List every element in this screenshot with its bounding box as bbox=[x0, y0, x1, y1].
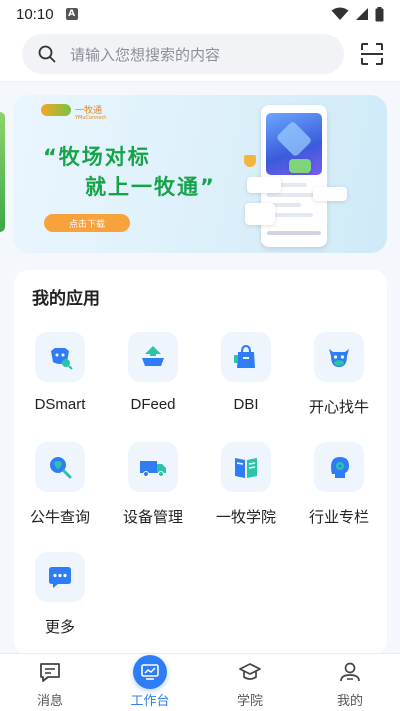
more-dots-icon bbox=[35, 552, 85, 602]
tab-label: 消息 bbox=[36, 694, 63, 709]
app-academy[interactable]: 一牧学院 bbox=[201, 442, 291, 542]
tab-label: 我的 bbox=[336, 694, 363, 709]
app-device-management[interactable]: 设备管理 bbox=[108, 442, 198, 542]
scan-icon[interactable] bbox=[360, 42, 384, 66]
app-label: 更多 bbox=[44, 619, 75, 636]
status-bar: 10:10 A bbox=[0, 0, 400, 28]
search-placeholder: 请输入您想搜索的内容 bbox=[70, 45, 221, 64]
feed-trough-icon bbox=[128, 332, 178, 382]
app-bull-search[interactable]: 公牛查询 bbox=[15, 442, 105, 542]
user-icon bbox=[340, 662, 360, 682]
status-icons bbox=[331, 6, 384, 22]
book-icon bbox=[221, 442, 271, 492]
promo-banner[interactable]: 一牧通 YMuConnect “牧场对标 就上一牧通” 点击下载 bbox=[13, 95, 387, 253]
app-label: 设备管理 bbox=[122, 509, 183, 526]
app-dfeed[interactable]: DFeed bbox=[108, 332, 198, 432]
app-label: 行业专栏 bbox=[308, 509, 369, 526]
battery-icon bbox=[375, 6, 384, 21]
message-icon bbox=[40, 663, 60, 682]
header: 请输入您想搜索的内容 bbox=[0, 28, 400, 82]
bull-search-icon bbox=[35, 442, 85, 492]
phone-mockup-image bbox=[261, 105, 327, 247]
cow-face-icon bbox=[314, 332, 364, 382]
my-apps-section: 我的应用 DSmart DFeed DBI 开心找牛 公牛查询 设备管理 一牧学… bbox=[14, 270, 387, 655]
tab-workbench[interactable]: 工作台 bbox=[100, 654, 200, 711]
app-industry-column[interactable]: 行业专栏 bbox=[294, 442, 384, 542]
trophy-icon bbox=[244, 155, 256, 167]
app-label: 一牧学院 bbox=[215, 509, 276, 526]
tab-academy[interactable]: 学院 bbox=[200, 654, 300, 711]
app-dsmart[interactable]: DSmart bbox=[15, 332, 105, 432]
banner-floating-card bbox=[247, 177, 281, 193]
banner-headline-1: “牧场对标 bbox=[43, 145, 151, 169]
notification-a-icon: A bbox=[65, 8, 78, 20]
phone-nav bbox=[267, 231, 321, 235]
app-label: 公牛查询 bbox=[29, 509, 90, 526]
tab-messages[interactable]: 消息 bbox=[0, 654, 100, 711]
app-label: DFeed bbox=[130, 396, 176, 413]
download-button[interactable]: 点击下载 bbox=[44, 214, 130, 232]
banner-headline-2: 就上一牧通” bbox=[85, 175, 216, 199]
cow-search-icon bbox=[35, 332, 85, 382]
banner-floating-card bbox=[313, 187, 347, 201]
banner-logo-sub: YMuConnect bbox=[75, 115, 107, 121]
signal-icon bbox=[356, 8, 368, 20]
logo-mark-icon bbox=[41, 103, 71, 116]
app-label: DSmart bbox=[34, 396, 86, 413]
bottom-tab-bar: 消息 工作台 学院 我的 bbox=[0, 653, 400, 711]
banner-floating-card bbox=[245, 203, 275, 225]
tab-profile[interactable]: 我的 bbox=[300, 654, 400, 711]
app-dbi[interactable]: DBI bbox=[201, 332, 291, 432]
banner-floating-card bbox=[289, 159, 311, 173]
graduation-cap-icon bbox=[239, 663, 261, 680]
phone-line bbox=[267, 193, 317, 197]
search-icon bbox=[38, 45, 56, 63]
truck-icon bbox=[128, 442, 178, 492]
tab-label: 工作台 bbox=[130, 694, 170, 709]
app-label: 开心找牛 bbox=[308, 399, 369, 416]
tab-label: 学院 bbox=[236, 694, 263, 709]
banner-previous-slide[interactable] bbox=[0, 112, 5, 232]
shopping-bag-icon bbox=[221, 332, 271, 382]
wifi-icon bbox=[331, 7, 349, 20]
app-find-cow[interactable]: 开心找牛 bbox=[294, 332, 384, 432]
app-label: DBI bbox=[233, 396, 259, 413]
status-time: 10:10 bbox=[16, 5, 54, 23]
head-gear-icon bbox=[314, 442, 364, 492]
section-title: 我的应用 bbox=[32, 289, 100, 309]
search-input[interactable]: 请输入您想搜索的内容 bbox=[22, 34, 344, 74]
app-more[interactable]: 更多 bbox=[15, 552, 105, 652]
workbench-icon bbox=[133, 655, 167, 689]
